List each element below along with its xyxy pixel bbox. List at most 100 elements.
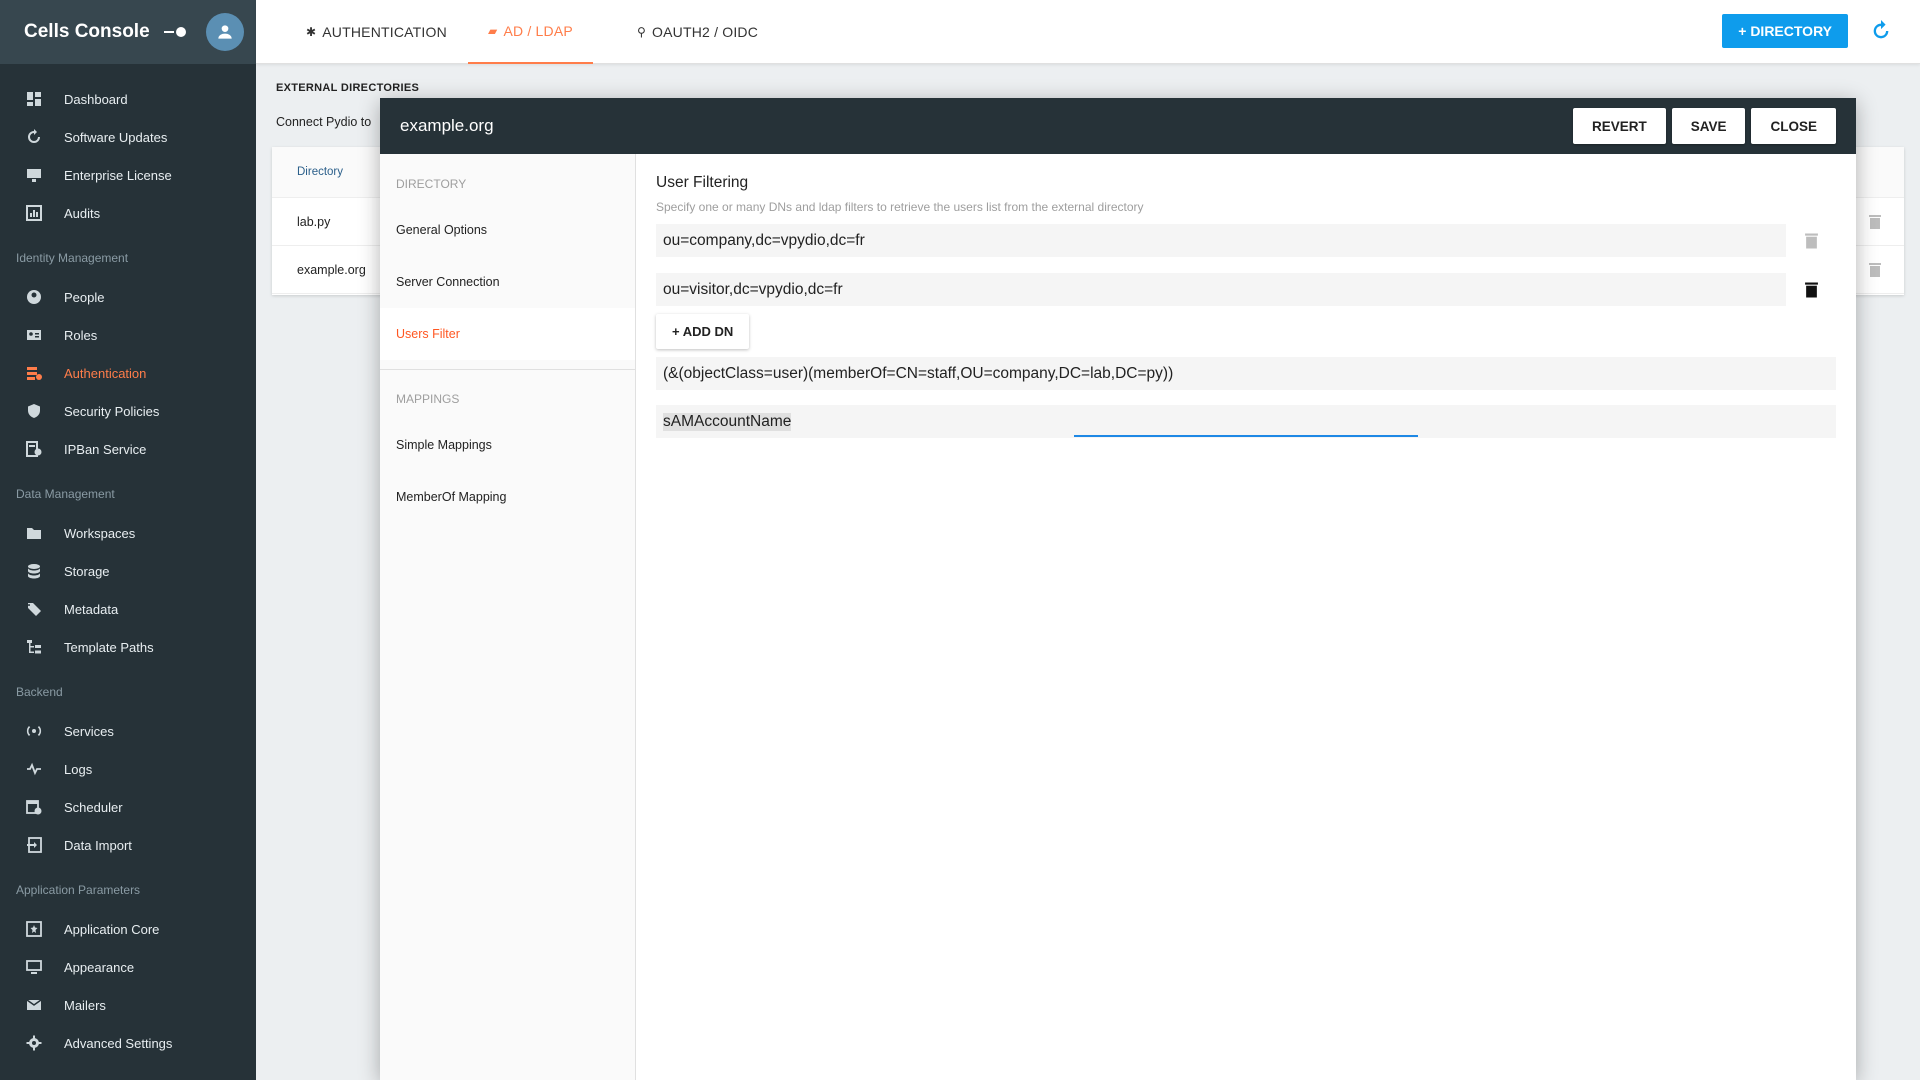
nav-server-connection[interactable]: Server Connection — [380, 256, 635, 308]
sidebar-item-label: Services — [64, 723, 114, 739]
section-directory: DIRECTORY — [396, 177, 467, 191]
sidebar-item-data-import[interactable]: Data Import — [0, 826, 256, 864]
directory-name: example.org — [297, 262, 366, 277]
sidebar-item-advanced-settings[interactable]: Advanced Settings — [0, 1024, 256, 1062]
sidebar-item-metadata[interactable]: Metadata — [0, 590, 256, 628]
oauth-icon: ⚲ — [637, 25, 646, 39]
section-title: User Filtering — [656, 174, 749, 191]
authentication-icon — [26, 365, 42, 381]
directory-editor-dialog: example.org REVERT SAVE CLOSE DIRECTORY … — [380, 98, 1856, 1080]
scheduler-icon — [26, 799, 42, 815]
monitor-icon — [26, 959, 42, 975]
sidebar-item-software-updates[interactable]: Software Updates — [0, 118, 256, 156]
sidebar-item-label: Security Policies — [64, 403, 160, 419]
tab-label: AUTHENTICATION — [322, 24, 447, 40]
sidebar-item-logs[interactable]: Logs — [0, 750, 256, 788]
sidebar-item-label: Advanced Settings — [64, 1035, 173, 1051]
divider — [380, 369, 635, 370]
page-title: EXTERNAL DIRECTORIES — [276, 82, 420, 94]
dn-field[interactable]: ou=company,dc=vpydio,dc=fr — [656, 224, 1786, 257]
sidebar-item-label: Template Paths — [64, 639, 154, 655]
import-icon — [26, 837, 42, 853]
person-icon — [218, 25, 232, 39]
services-icon — [26, 723, 42, 739]
tab-label: AD / LDAP — [503, 23, 573, 39]
dialog-header: example.org REVERT SAVE CLOSE — [380, 98, 1856, 154]
tab-ad-ldap[interactable]: ▰ AD / LDAP — [468, 0, 593, 64]
login-attribute-field[interactable]: sAMAccountName — [656, 405, 1836, 438]
nav-users-filter[interactable]: Users Filter — [380, 308, 635, 360]
revert-button[interactable]: REVERT — [1572, 108, 1666, 144]
sidebar-item-label: Appearance — [64, 959, 135, 975]
sidebar-item-storage[interactable]: Storage — [0, 552, 256, 590]
sidebar-item-people[interactable]: People — [0, 278, 256, 316]
user-avatar[interactable] — [206, 13, 244, 51]
sidebar-item-enterprise-license[interactable]: Enterprise License — [0, 156, 256, 194]
sidebar-item-audits[interactable]: Audits — [0, 194, 256, 232]
sidebar-item-label: Application Core — [64, 921, 160, 937]
save-button[interactable]: SAVE — [1671, 108, 1746, 144]
tab-oauth2-oidc[interactable]: ⚲ OAUTH2 / OIDC — [617, 0, 778, 64]
license-icon — [26, 167, 42, 183]
person-icon — [26, 289, 42, 305]
ldap-filter-field[interactable]: (&(objectClass=user)(memberOf=CN=staff,O… — [656, 357, 1836, 390]
add-dn-button[interactable]: + ADD DN — [656, 314, 750, 349]
sidebar-item-label: Storage — [64, 563, 110, 579]
top-bar: ✱ AUTHENTICATION ▰ AD / LDAP ⚲ OAUTH2 / … — [256, 0, 1920, 64]
trash-icon[interactable] — [1868, 262, 1882, 278]
sidebar-item-label: Authentication — [64, 365, 147, 381]
dn-field[interactable]: ou=visitor,dc=vpydio,dc=fr — [656, 273, 1786, 306]
trash-icon[interactable] — [1804, 281, 1819, 299]
sidebar-item-mailers[interactable]: Mailers — [0, 986, 256, 1024]
dialog-sidebar: DIRECTORY General Options Server Connect… — [380, 154, 636, 1080]
sidebar-item-appearance[interactable]: Appearance — [0, 948, 256, 986]
section-mappings: MAPPINGS — [396, 392, 460, 406]
trash-icon[interactable] — [1804, 232, 1819, 250]
database-icon — [26, 563, 42, 579]
dialog-content: User Filtering Specify one or many DNs a… — [656, 154, 1836, 1080]
sidebar-item-label: Enterprise License — [64, 167, 172, 183]
sidebar-toggle-icon[interactable] — [164, 26, 186, 38]
sidebar-group-general: Dashboard Software Updates Enterprise Li… — [0, 80, 256, 232]
sidebar-section-backend: Backend — [16, 685, 63, 699]
tab-label: OAUTH2 / OIDC — [652, 24, 759, 40]
sidebar-item-label: Logs — [64, 761, 93, 777]
focus-underline — [1074, 435, 1418, 437]
nav-general-options[interactable]: General Options — [380, 204, 635, 256]
tab-authentication[interactable]: ✱ AUTHENTICATION — [286, 0, 467, 64]
add-directory-button[interactable]: + DIRECTORY — [1722, 14, 1848, 48]
sidebar-item-label: Data Import — [64, 837, 132, 853]
ipban-icon — [26, 441, 42, 457]
sidebar-header: Cells Console — [0, 0, 256, 64]
sidebar-section-application: Application Parameters — [16, 883, 141, 897]
audits-icon — [26, 205, 42, 221]
sidebar-item-label: Dashboard — [64, 91, 128, 107]
close-button[interactable]: CLOSE — [1751, 108, 1836, 144]
sidebar-item-security-policies[interactable]: Security Policies — [0, 392, 256, 430]
sidebar-item-services[interactable]: Services — [0, 712, 256, 750]
sidebar-item-authentication[interactable]: Authentication — [0, 354, 256, 392]
sidebar-item-workspaces[interactable]: Workspaces — [0, 514, 256, 552]
sidebar-item-dashboard[interactable]: Dashboard — [0, 80, 256, 118]
sidebar-item-label: Scheduler — [64, 799, 123, 815]
sidebar-item-ipban-service[interactable]: IPBan Service — [0, 430, 256, 468]
tags-icon — [26, 601, 42, 617]
update-icon — [26, 129, 42, 145]
folder-icon — [26, 525, 42, 541]
sidebar-item-label: Workspaces — [64, 525, 136, 541]
app-core-icon — [26, 921, 42, 937]
refresh-icon[interactable] — [1870, 20, 1892, 42]
sidebar-item-roles[interactable]: Roles — [0, 316, 256, 354]
sidebar-item-label: Mailers — [64, 997, 106, 1013]
sidebar-item-application-core[interactable]: Application Core — [0, 910, 256, 948]
sidebar-section-identity: Identity Management — [16, 251, 129, 265]
roles-icon — [26, 327, 42, 343]
nav-memberof-mapping[interactable]: MemberOf Mapping — [380, 471, 635, 523]
sidebar-item-scheduler[interactable]: Scheduler — [0, 788, 256, 826]
trash-icon[interactable] — [1868, 214, 1882, 230]
nav-simple-mappings[interactable]: Simple Mappings — [380, 419, 635, 471]
sidebar: Cells Console Dashboard Software Updates… — [0, 0, 256, 1080]
sidebar-item-label: Roles — [64, 327, 98, 343]
sidebar-item-template-paths[interactable]: Template Paths — [0, 628, 256, 666]
mail-icon — [26, 997, 42, 1013]
